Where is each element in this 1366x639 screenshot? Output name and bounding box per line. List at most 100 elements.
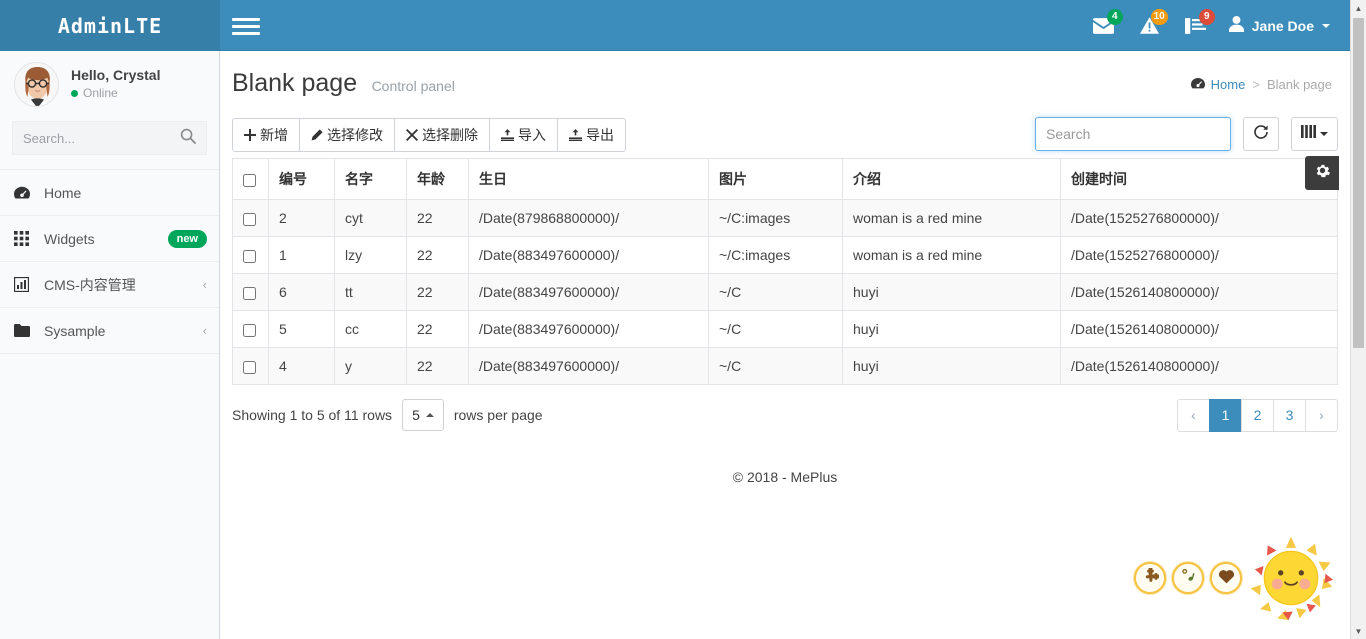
- pagination-page-3[interactable]: 3: [1273, 398, 1306, 432]
- export-icon: [569, 129, 582, 141]
- navbar-right-menu: 4 10 9 Jane Doe: [1080, 0, 1344, 51]
- column-header-created[interactable]: 创建时间: [1060, 158, 1338, 200]
- column-header-name[interactable]: 名字: [334, 158, 407, 200]
- sidebar-user-status-label: Online: [83, 86, 118, 101]
- rows-per-page-label: rows per page: [453, 407, 543, 423]
- hamburger-bar: [232, 17, 260, 21]
- columns-toggle-button[interactable]: [1291, 117, 1338, 151]
- export-button[interactable]: 导出: [557, 118, 626, 152]
- search-icon[interactable]: [180, 128, 200, 148]
- notifications-menu-button[interactable]: 10: [1127, 0, 1172, 51]
- pagination-prev-button[interactable]: ‹: [1177, 398, 1210, 432]
- pagination-page-1[interactable]: 1: [1209, 398, 1242, 432]
- music-note-icon: [1180, 567, 1197, 589]
- cell-name: y: [334, 347, 407, 385]
- page-subtitle: Control panel: [371, 78, 455, 94]
- chevron-up-icon: [425, 413, 434, 417]
- add-button[interactable]: 新增: [232, 118, 300, 152]
- edit-selected-button[interactable]: 选择修改: [299, 118, 395, 152]
- cell-birthday: /Date(883497600000)/: [468, 310, 709, 348]
- notifications-badge: 10: [1150, 9, 1168, 25]
- row-checkbox[interactable]: [243, 212, 256, 226]
- table-row[interactable]: 6 tt 22 /Date(883497600000)/ ~/C huyi /D…: [232, 273, 1338, 311]
- select-all-header: [232, 158, 269, 200]
- sidebar-search[interactable]: [12, 121, 207, 155]
- chevron-down-icon: [1322, 23, 1330, 28]
- cell-image: ~/C: [708, 347, 843, 385]
- column-header-age[interactable]: 年龄: [406, 158, 469, 200]
- chevron-left-icon: ‹: [202, 277, 207, 292]
- music-button[interactable]: [1172, 562, 1204, 594]
- app-logo[interactable]: AdminLTE: [0, 0, 220, 51]
- row-select-cell: [232, 347, 269, 385]
- column-header-id[interactable]: 编号: [268, 158, 335, 200]
- breadcrumb-home-link[interactable]: Home: [1190, 77, 1245, 92]
- page-scrollbar[interactable]: ▲ ▼: [1350, 0, 1366, 639]
- column-header-intro[interactable]: 介绍: [842, 158, 1061, 200]
- tasks-menu-button[interactable]: 9: [1172, 0, 1219, 51]
- cell-age: 22: [406, 273, 469, 311]
- pagination: ‹ 1 2 3 ›: [1177, 398, 1338, 432]
- content-body: 新增 选择修改 选择删除 导入 导出 Search 编号 名字 年龄 生日 图片…: [220, 112, 1350, 485]
- sidebar-toggle-button[interactable]: [228, 10, 264, 42]
- table-row[interactable]: 1 lzy 22 /Date(883497600000)/ ~/C:images…: [232, 236, 1338, 274]
- sidebar-search-input[interactable]: [13, 122, 206, 154]
- search-input[interactable]: [1035, 117, 1231, 151]
- content-header: Blank page Control panel Home > Blank pa…: [220, 51, 1350, 112]
- sidebar-item-label: Widgets: [44, 230, 95, 247]
- messages-menu-button[interactable]: 4: [1080, 0, 1127, 51]
- page-viewport: AdminLTE 4 10 9 Jane Doe Hello, Crystal …: [0, 0, 1350, 639]
- table-row[interactable]: 2 cyt 22 /Date(879868800000)/ ~/C:images…: [232, 199, 1338, 237]
- row-checkbox[interactable]: [243, 286, 256, 300]
- import-icon: [501, 129, 514, 141]
- cell-name: cc: [334, 310, 407, 348]
- import-button[interactable]: 导入: [489, 118, 558, 152]
- cell-created: /Date(1526140800000)/: [1060, 310, 1338, 348]
- favorite-button[interactable]: [1210, 562, 1242, 594]
- column-header-image[interactable]: 图片: [708, 158, 843, 200]
- row-checkbox[interactable]: [243, 360, 256, 374]
- columns-icon: [1301, 125, 1316, 143]
- delete-selected-button[interactable]: 选择删除: [394, 118, 490, 152]
- settings-fab-button[interactable]: [1305, 156, 1339, 190]
- puzzle-button[interactable]: [1134, 562, 1166, 594]
- table-row[interactable]: 4 y 22 /Date(883497600000)/ ~/C huyi /Da…: [232, 347, 1338, 385]
- column-header-birthday[interactable]: 生日: [468, 158, 709, 200]
- cell-birthday: /Date(883497600000)/: [468, 236, 709, 274]
- row-checkbox[interactable]: [243, 249, 256, 263]
- scrollbar-thumb[interactable]: [1353, 18, 1364, 348]
- sidebar-item-sysample[interactable]: Sysample ‹: [0, 308, 219, 354]
- avatar: [14, 61, 59, 107]
- cell-birthday: /Date(883497600000)/: [468, 273, 709, 311]
- user-account-menu[interactable]: Jane Doe: [1219, 0, 1344, 51]
- row-checkbox[interactable]: [243, 323, 256, 337]
- sidebar-item-cms[interactable]: CMS-内容管理 ‹: [0, 262, 219, 308]
- cell-intro: woman is a red mine: [842, 199, 1061, 237]
- page-size-select[interactable]: 5: [402, 399, 444, 431]
- scrollbar-up-arrow[interactable]: ▲: [1351, 0, 1366, 16]
- footer-copyright: © 2018 - MePlus: [732, 469, 838, 485]
- sun-face-icon: [1250, 536, 1334, 621]
- pagination-page-2[interactable]: 2: [1241, 398, 1274, 432]
- top-navbar: AdminLTE 4 10 9 Jane Doe: [0, 0, 1350, 51]
- row-select-cell: [232, 310, 269, 348]
- sidebar-user-info: Hello, Crystal Online: [71, 66, 160, 101]
- sidebar-item-label: CMS-内容管理: [44, 276, 136, 293]
- refresh-button[interactable]: [1243, 117, 1279, 151]
- sidebar: Hello, Crystal Online Search... Home Wid…: [0, 51, 220, 639]
- sidebar-item-home[interactable]: Home: [0, 170, 219, 216]
- pagination-bar: Showing 1 to 5 of 11 rows 5 rows per pag…: [232, 385, 1338, 445]
- sidebar-user-greeting: Hello, Crystal: [71, 67, 161, 84]
- sun-mascot[interactable]: [1248, 535, 1334, 621]
- table-row[interactable]: 5 cc 22 /Date(883497600000)/ ~/C huyi /D…: [232, 310, 1338, 348]
- user-name-label: Jane Doe: [1251, 17, 1314, 34]
- scrollbar-down-arrow[interactable]: ▼: [1351, 623, 1366, 639]
- select-all-checkbox[interactable]: [243, 173, 256, 187]
- sidebar-item-widgets[interactable]: Widgets new: [0, 216, 219, 262]
- showing-rows-label: Showing 1 to 5 of 11 rows: [232, 407, 393, 423]
- pagination-next-button[interactable]: ›: [1305, 398, 1338, 432]
- data-table: 编号 名字 年龄 生日 图片 介绍 创建时间 2 cyt 22 /Date(87…: [232, 158, 1338, 385]
- sidebar-user-panel[interactable]: Hello, Crystal Online: [0, 51, 219, 117]
- cell-created: /Date(1526140800000)/: [1060, 273, 1338, 311]
- cell-image: ~/C: [708, 273, 843, 311]
